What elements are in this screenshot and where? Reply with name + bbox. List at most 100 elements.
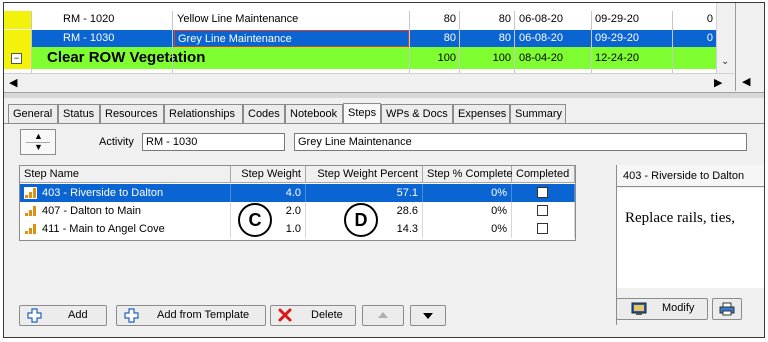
step-icon [24,187,37,199]
grid-row[interactable]: RM - 1020 Yellow Line Maintenance 80 80 … [4,11,716,29]
step-icon [25,224,36,234]
move-up-button[interactable] [362,305,404,326]
step-complete-cell: 0% [423,220,512,238]
tab-wps-docs[interactable]: WPs & Docs [381,104,453,123]
delete-button[interactable]: Delete [270,305,356,326]
row-indicator: − [4,47,31,69]
scroll-right-icon[interactable]: ▶ [714,76,722,89]
completed-checkbox[interactable] [537,187,548,198]
grid-divider [172,11,173,73]
column-header-step-weight[interactable]: Step Weight [231,166,306,183]
grid-divider [409,11,410,73]
grid-row-selected[interactable]: RM - 1030 Grey Line Maintenance 80 80 06… [4,30,716,47]
column-header-step-name[interactable]: Step Name [20,166,231,183]
chevron-down-icon[interactable]: ⌄ [721,56,729,67]
grid-cell: 100 [492,52,511,64]
activity-name-cell: Yellow Line Maintenance [177,13,299,25]
activity-grid: RM - 1020 Yellow Line Maintenance 80 80 … [4,3,716,73]
callout-d: D [344,203,378,237]
step-name-cell: 411 - Main to Angel Cove [20,220,231,238]
description-text: Replace rails, ties, [625,210,735,226]
tab-summary[interactable]: Summary [510,104,566,123]
column-header-step-weight-percent[interactable]: Step Weight Percent [306,166,423,183]
row-indicator [4,11,31,29]
grid-divider [31,11,32,73]
completed-cell [512,202,575,220]
completed-cell [512,220,575,238]
activity-navigator[interactable]: ▲ ▼ [20,129,56,155]
wbs-group-row[interactable]: − Clear ROW Vegetation 100 100 08-04-20 … [4,47,716,69]
step-complete-cell: 0% [423,202,512,220]
delete-icon [278,308,292,322]
scroll-left-icon[interactable]: ◀ [742,75,750,88]
grid-horizontal-scrollbar[interactable]: ◀ ▶ [4,73,734,92]
grid-vertical-scrollbar[interactable]: ⌄ [716,3,735,73]
grid-cell: 100 [437,52,456,64]
activity-label: Activity [99,136,134,148]
finish-date-cell: 09-29-20 [595,13,640,25]
add-button-label: Add [68,309,88,321]
gantt-pane-edge: ◀ [735,3,764,91]
delete-button-label: Delete [311,309,343,321]
tab-status[interactable]: Status [58,104,100,123]
table-row[interactable]: 411 - Main to Angel Cove 1.0 14.3 0% [20,220,575,238]
callout-c: C [238,203,272,237]
grid-divider [591,11,592,73]
tab-resources[interactable]: Resources [100,104,164,123]
wbs-group-title: Clear ROW Vegetation [47,49,206,66]
completed-checkbox[interactable] [537,223,548,234]
grid-cell: 80 [498,13,511,25]
print-button[interactable] [712,298,742,320]
tab-notebook[interactable]: Notebook [285,104,343,123]
activity-name-field[interactable]: Grey Line Maintenance [294,133,747,151]
activity-name-cell: Grey Line Maintenance [174,30,409,47]
table-row[interactable]: 407 - Dalton to Main 2.0 28.6 0% [20,202,575,220]
tab-expenses[interactable]: Expenses [453,104,510,123]
description-header: 403 - Riverside to Dalton [617,165,764,187]
collapse-icon[interactable]: − [11,53,22,64]
tab-relationships[interactable]: Relationships [164,104,243,123]
add-icon [27,308,42,323]
activity-id-field[interactable]: RM - 1030 [142,133,285,151]
activity-id-cell: RM - 1020 [63,13,115,25]
arrow-up-icon [378,312,388,318]
start-date-cell: 08-04-20 [519,52,564,64]
add-from-template-label: Add from Template [157,309,250,321]
step-weight-percent-cell: 57.1 [306,184,423,202]
add-from-template-button[interactable]: Add from Template [116,305,266,326]
tab-divider [4,123,764,124]
grid-cell: 80 [498,32,511,44]
grid-cell: 80 [443,32,456,44]
completed-cell [512,184,575,202]
tab-general[interactable]: General [8,104,58,123]
step-weight-cell: 4.0 [231,184,306,202]
grid-divider [459,11,460,73]
add-button[interactable]: Add [19,305,107,326]
row-indicator [4,30,31,47]
start-date-cell: 06-08-20 [519,32,564,44]
start-date-cell: 06-08-20 [519,13,564,25]
column-header-completed[interactable]: Completed [512,166,575,183]
step-name-cell: 403 - Riverside to Dalton [20,184,231,202]
tab-codes[interactable]: Codes [243,104,285,123]
modify-icon [631,302,647,315]
arrow-up-icon[interactable]: ▲ [34,131,43,141]
move-down-button[interactable] [410,305,446,326]
primavera-window: RM - 1020 Yellow Line Maintenance 80 80 … [3,2,765,338]
step-complete-cell: 0% [423,184,512,202]
activity-id-cell: RM - 1030 [63,32,115,44]
scroll-left-icon[interactable]: ◀ [9,76,17,89]
pane-splitter[interactable] [4,92,764,98]
steps-table: Step Name Step Weight Step Weight Percen… [19,165,576,241]
finish-date-cell: 09-29-20 [595,32,640,44]
completed-checkbox[interactable] [537,205,548,216]
grid-divider [672,11,673,73]
column-header-step-complete[interactable]: Step % Complete [423,166,513,183]
arrow-down-icon[interactable]: ▼ [34,142,43,152]
grid-cell: 0 [706,13,713,25]
tab-steps[interactable]: Steps [343,103,381,123]
modify-button[interactable]: Modify [616,298,708,320]
description-body[interactable]: Replace rails, ties, [617,188,764,288]
modify-button-label: Modify [662,302,695,314]
table-row[interactable]: 403 - Riverside to Dalton 4.0 57.1 0% [20,184,575,202]
